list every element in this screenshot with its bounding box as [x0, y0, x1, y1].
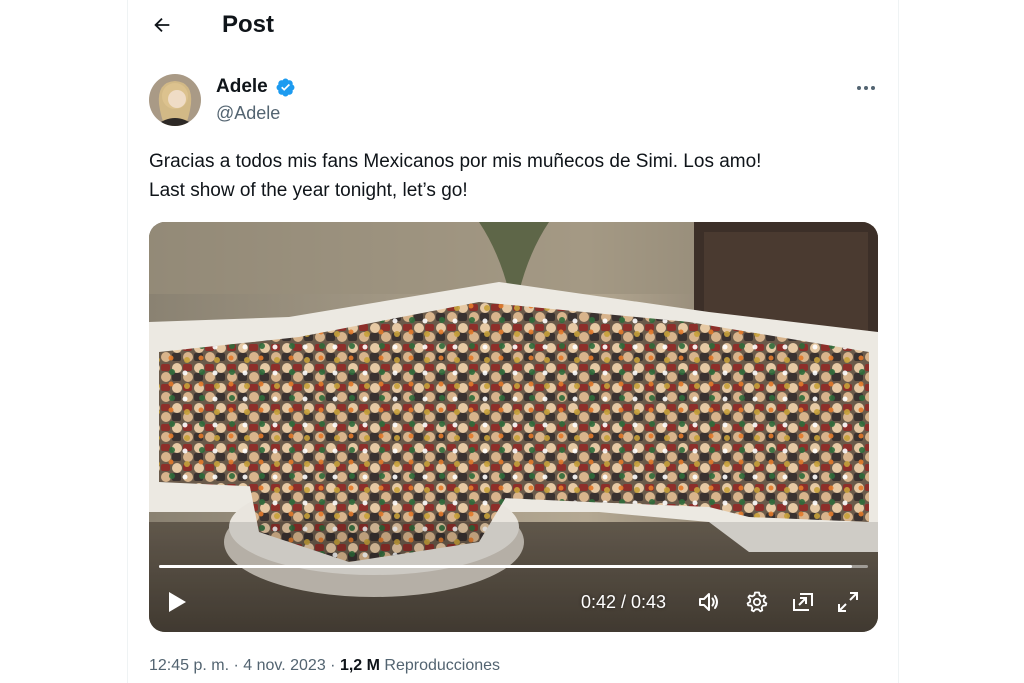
video-frame-image: [149, 222, 878, 632]
post-column: Post Adele @Adele Gracias a todos mis fa…: [127, 0, 899, 683]
author-name[interactable]: Adele: [216, 76, 268, 98]
page-title: Post: [222, 11, 275, 38]
volume-icon: [699, 593, 718, 611]
fullscreen-button[interactable]: [833, 587, 863, 617]
post-text-line: Last show of the year tonight, let’s go!: [149, 180, 468, 201]
play-button[interactable]: [162, 587, 192, 617]
post-text: Gracias a todos mis fans Mexicanos por m…: [149, 147, 889, 205]
separator: ·: [330, 657, 336, 674]
back-button[interactable]: [146, 9, 178, 41]
post-metadata: 12:45 p. m. · 4 nov. 2023 · 1,2 M Reprod…: [149, 655, 500, 677]
verified-badge-icon: [276, 78, 295, 97]
post-time[interactable]: 12:45 p. m.: [149, 657, 229, 674]
volume-button[interactable]: [694, 587, 724, 617]
more-horizontal-icon: [857, 86, 875, 90]
fullscreen-icon: [838, 592, 858, 612]
video-progress-bar[interactable]: [159, 565, 868, 568]
video-progress-fill: [159, 565, 852, 568]
settings-icon: [746, 591, 768, 613]
views-count: 1,2 M: [339, 657, 380, 674]
separator: ·: [233, 657, 239, 674]
avatar-image: [149, 74, 201, 126]
post-date[interactable]: 4 nov. 2023: [243, 657, 325, 674]
video-time-display: 0:42 / 0:43: [581, 592, 667, 612]
picture-in-picture-button[interactable]: [788, 587, 818, 617]
play-icon: [169, 592, 186, 612]
top-bar: Post: [128, 0, 898, 50]
more-options-button[interactable]: [850, 74, 882, 102]
settings-button[interactable]: [742, 587, 772, 617]
avatar[interactable]: [149, 74, 201, 126]
post-text-line: Gracias a todos mis fans Mexicanos por m…: [149, 151, 762, 172]
arrow-left-icon: [154, 17, 170, 33]
author-handle[interactable]: @Adele: [216, 102, 280, 124]
picture-in-picture-icon: [793, 593, 813, 611]
video-player[interactable]: 0:42 / 0:43: [149, 222, 878, 632]
views-label: Reproducciones: [384, 657, 501, 674]
